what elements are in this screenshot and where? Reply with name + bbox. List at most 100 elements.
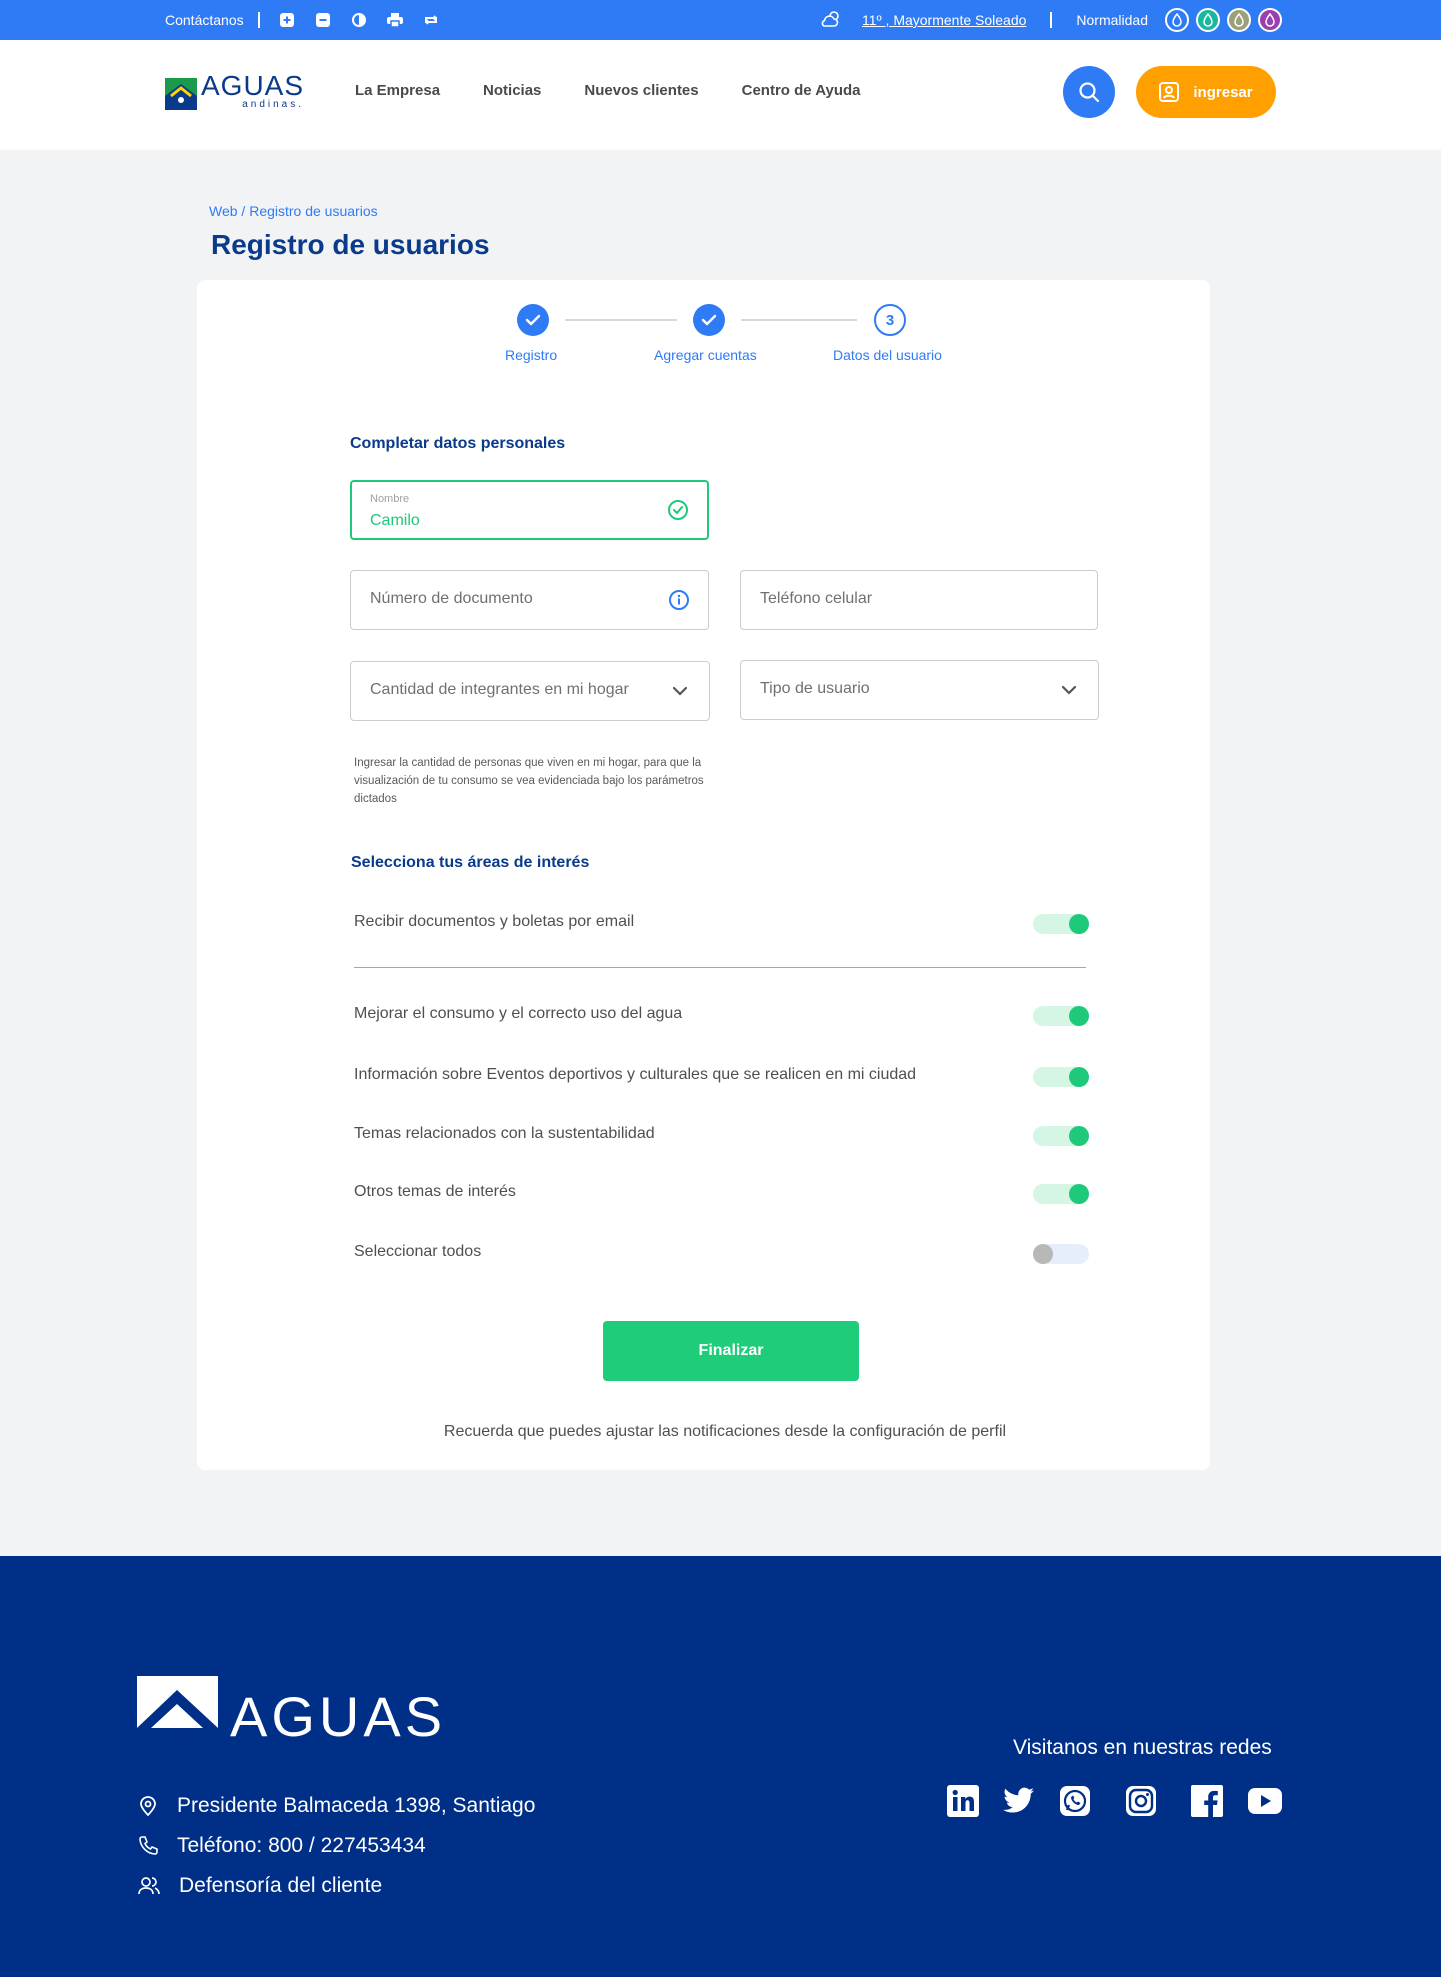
step-1-done: [517, 304, 549, 336]
water-drop-icon[interactable]: [1257, 8, 1282, 32]
pref-label: Otros temas de interés: [354, 1183, 516, 1200]
divider: [354, 967, 1086, 968]
logo-subtitle: andinas.: [242, 99, 305, 110]
pref-row-seleccionar-todos: Seleccionar todos: [354, 1239, 1089, 1269]
address-text: Presidente Balmaceda 1398, Santiago: [177, 1794, 536, 1817]
toggle-knob: [1069, 1126, 1089, 1146]
tipo-usuario-placeholder: Tipo de usuario: [760, 680, 870, 697]
check-icon: [701, 314, 717, 326]
supply-status: Normalidad: [1076, 12, 1148, 28]
search-button[interactable]: [1063, 66, 1115, 118]
toggle-knob: [1069, 914, 1089, 934]
phone-icon: [139, 1836, 158, 1855]
water-drop-icon[interactable]: [1226, 8, 1251, 32]
breadcrumb[interactable]: Web / Registro de usuarios: [209, 203, 378, 219]
reset-icon[interactable]: [422, 11, 440, 29]
footer-logo[interactable]: AGUAS: [137, 1676, 446, 1756]
contact-link[interactable]: Contáctanos: [165, 12, 244, 28]
twitter-icon[interactable]: [1002, 1784, 1036, 1818]
step-2-done: [693, 304, 725, 336]
pref-label: Seleccionar todos: [354, 1243, 482, 1260]
stepper: 3 Registro Agregar cuentas Datos del usu…: [197, 280, 1210, 380]
youtube-icon[interactable]: [1248, 1784, 1282, 1818]
step-connector: [565, 319, 677, 321]
nav-la-empresa[interactable]: La Empresa: [355, 82, 440, 99]
instagram-icon[interactable]: [1124, 1784, 1158, 1818]
linkedin-icon[interactable]: [946, 1784, 980, 1818]
user-icon: [1159, 82, 1180, 102]
pref-toggle[interactable]: [1033, 1126, 1089, 1146]
logo-mark-icon: [137, 1676, 218, 1756]
chevron-down-icon: [669, 680, 691, 702]
nav-nuevos-clientes[interactable]: Nuevos clientes: [584, 82, 698, 99]
info-icon[interactable]: [668, 589, 690, 611]
footer-logo-wordmark: AGUAS: [230, 1684, 447, 1748]
logo-mark-icon: [165, 78, 197, 110]
finalizar-button[interactable]: Finalizar: [603, 1321, 859, 1381]
chevron-down-icon: [1058, 679, 1080, 701]
login-label: ingresar: [1193, 83, 1253, 101]
notifications-note: Recuerda que puedes ajustar las notifica…: [443, 1423, 1007, 1440]
pref-row-eventos: Información sobre Eventos deportivos y c…: [354, 1062, 1089, 1092]
water-drop-icon[interactable]: [1195, 8, 1220, 32]
social-title: Visitanos en nuestras redes: [1013, 1736, 1272, 1759]
step-label-datos-usuario: Datos del usuario: [833, 347, 942, 363]
login-button[interactable]: ingresar: [1136, 66, 1276, 118]
main-header: AGUAS andinas. La Empresa Noticias Nuevo…: [0, 40, 1441, 150]
top-utility-bar: Contáctanos 11º , Mayormente Soleado Nor…: [0, 0, 1441, 40]
select-all-toggle[interactable]: [1033, 1244, 1089, 1264]
telefono-field[interactable]: Teléfono celular: [740, 570, 1098, 630]
weather-link[interactable]: 11º , Mayormente Soleado: [862, 12, 1026, 28]
facebook-icon[interactable]: [1190, 1784, 1224, 1818]
aguas-andinas-logo[interactable]: AGUAS andinas.: [165, 72, 304, 110]
print-icon[interactable]: [386, 11, 404, 29]
search-icon: [1079, 82, 1100, 103]
pref-toggle[interactable]: [1033, 1006, 1089, 1026]
pref-label: Recibir documentos y boletas por email: [354, 913, 635, 930]
weather-icon: [820, 10, 842, 31]
toggle-knob: [1033, 1244, 1053, 1264]
location-pin-icon: [140, 1796, 156, 1817]
zoom-in-icon[interactable]: [278, 11, 296, 29]
footer-defensoria: Defensoría del cliente: [137, 1874, 382, 1898]
nav-centro-de-ayuda[interactable]: Centro de Ayuda: [742, 82, 861, 99]
check-circle-icon: [667, 499, 689, 521]
toggle-knob: [1069, 1184, 1089, 1204]
pref-toggle[interactable]: [1033, 1067, 1089, 1087]
registration-card: 3 Registro Agregar cuentas Datos del usu…: [197, 280, 1210, 1470]
step-label-registro: Registro: [505, 347, 558, 363]
whatsapp-icon[interactable]: [1058, 1784, 1092, 1818]
phone-text[interactable]: Teléfono: 800 / 227453434: [177, 1834, 426, 1858]
nombre-value: Camilo: [370, 512, 420, 529]
defensoria-link[interactable]: Defensoría del cliente: [179, 1874, 382, 1898]
integrantes-helper-text: Ingresar la cantidad de personas que viv…: [354, 757, 704, 805]
pref-toggle[interactable]: [1033, 1184, 1089, 1204]
step-connector: [741, 319, 857, 321]
footer-address: Presidente Balmaceda 1398, Santiago: [137, 1794, 535, 1818]
toggle-knob: [1069, 1067, 1089, 1087]
telefono-placeholder: Teléfono celular: [760, 590, 873, 607]
pref-label: Información sobre Eventos deportivos y c…: [354, 1066, 917, 1083]
integrantes-select[interactable]: Cantidad de integrantes en mi hogar: [350, 661, 710, 721]
integrantes-placeholder: Cantidad de integrantes en mi hogar: [370, 681, 629, 698]
pref-toggle[interactable]: [1033, 914, 1089, 934]
nav-noticias[interactable]: Noticias: [483, 82, 541, 99]
step-3-current: 3: [874, 304, 906, 336]
toggle-knob: [1069, 1006, 1089, 1026]
interests-title: Selecciona tus áreas de interés: [351, 854, 590, 871]
contrast-icon[interactable]: [350, 11, 368, 29]
water-drop-icon[interactable]: [1164, 8, 1189, 32]
pref-label: Mejorar el consumo y el correcto uso del…: [354, 1005, 683, 1022]
zoom-out-icon[interactable]: [314, 11, 332, 29]
pref-row-sustentabilidad: Temas relacionados con la sustentabilida…: [354, 1121, 1089, 1151]
logo-wordmark: AGUAS: [201, 70, 305, 101]
documento-field[interactable]: Número de documento: [350, 570, 709, 630]
tipo-usuario-select[interactable]: Tipo de usuario: [740, 660, 1099, 720]
footer-phone: Teléfono: 800 / 227453434: [137, 1834, 426, 1858]
pref-row-email: Recibir documentos y boletas por email: [354, 909, 1089, 939]
page-title: Registro de usuarios: [211, 229, 490, 260]
main-nav: La Empresa Noticias Nuevos clientes Cent…: [355, 82, 904, 99]
nombre-field[interactable]: Nombre Camilo: [350, 480, 709, 540]
documento-placeholder: Número de documento: [370, 590, 533, 607]
check-icon: [525, 314, 541, 326]
